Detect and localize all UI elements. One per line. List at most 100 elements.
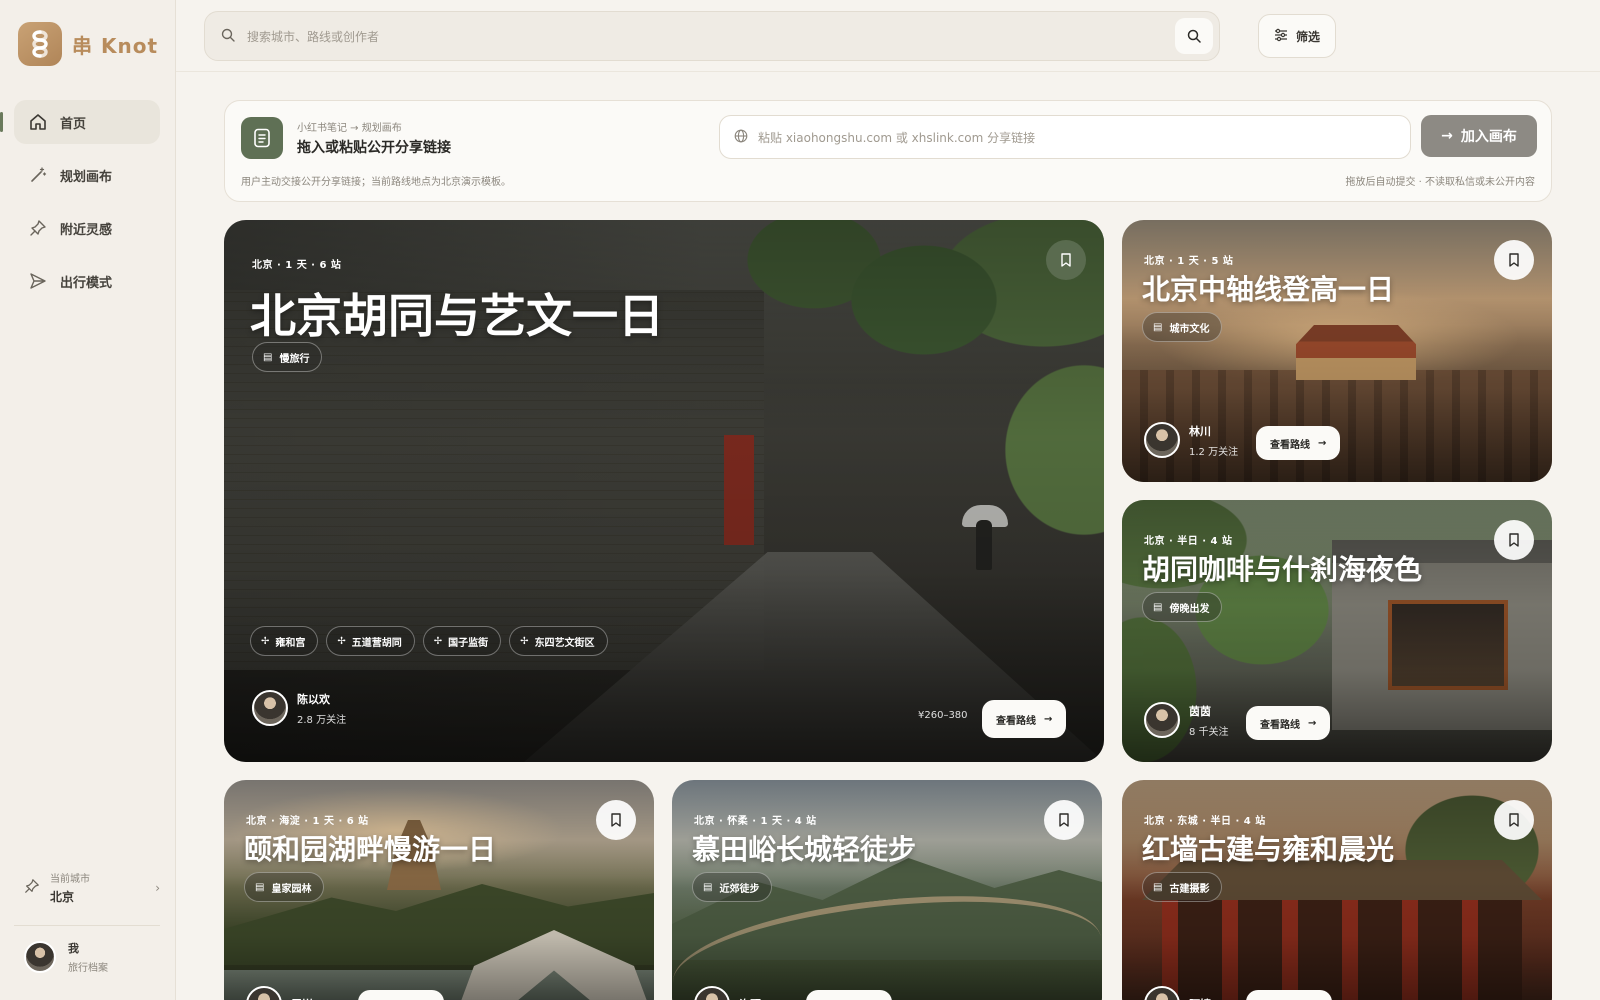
bookmark-button[interactable] — [1046, 240, 1086, 280]
home-icon — [28, 112, 48, 132]
author-followers: 2.8 万关注 — [297, 714, 347, 726]
view-route-button[interactable]: 查看路线 → — [1246, 706, 1331, 740]
stop-tag[interactable]: ✢ 国子监街 — [422, 626, 502, 656]
sidebar-item-label: 规划画布 — [60, 169, 113, 185]
stop-tag[interactable]: ✢ 五道营胡同 — [326, 626, 415, 656]
magic-wand-icon — [28, 165, 48, 185]
author[interactable]: 周岚 — [246, 986, 313, 1000]
bookmark-icon — [1059, 813, 1069, 827]
pin-icon: ✢ — [261, 635, 270, 647]
route-card[interactable]: 北京 · 海淀 · 1 天 · 6 站 颐和园湖畔慢游一日 ▤皇家园林 周岚 — [224, 780, 654, 1000]
share-link-input[interactable]: 粘贴 xiaohongshu.com 或 xhslink.com 分享链接 — [719, 115, 1411, 159]
author[interactable]: 许野 — [694, 986, 761, 1000]
profile[interactable]: 我 旅行档案 — [24, 940, 108, 974]
stop-tag[interactable]: ✢ 东四艺文街区 — [509, 626, 608, 656]
view-route-button[interactable] — [806, 990, 892, 1000]
send-icon — [28, 271, 48, 291]
route-meta: 北京 · 1 天 · 5 站 — [1144, 256, 1234, 267]
arrow-right-icon: → — [1318, 437, 1327, 449]
author-name: 茵茵 — [1189, 704, 1211, 718]
filter-label: 筛选 — [1295, 29, 1320, 44]
filter-button[interactable]: 筛选 — [1258, 14, 1336, 58]
stop-tags: ✢ 雍和宫 ✢ 五道营胡同 ✢ 国子监街 ✢ 东四艺文街区 — [250, 626, 608, 656]
sidebar-item-travel-mode[interactable]: 出行模式 — [14, 259, 160, 303]
sidebar-item-nearby[interactable]: 附近灵感 — [14, 206, 160, 250]
route-card[interactable]: 北京 · 1 天 · 5 站 北京中轴线登高一日 ▤ 城市文化 林川 1.2 万关… — [1122, 220, 1552, 482]
avatar — [1144, 986, 1180, 1000]
author-followers: 1.2 万关注 — [1189, 446, 1239, 458]
avatar — [1144, 422, 1180, 458]
sliders-icon — [1274, 28, 1288, 45]
profile-name: 我 — [68, 942, 79, 955]
sidebar-nav: 首页 规划画布 附近灵感 出行模式 — [0, 100, 160, 312]
city-value: 北京 — [50, 890, 75, 904]
import-breadcrumb: 小红书笔记 → 规划画布 — [297, 123, 402, 134]
route-chip: ▤ 城市文化 — [1142, 312, 1223, 342]
brand-name: 串 Knot — [72, 33, 159, 58]
avatar — [24, 941, 56, 973]
avatar — [252, 690, 288, 726]
route-card[interactable]: 北京 · 东城 · 半日 · 4 站 红墙古建与雍和晨光 ▤古建摄影 阿婧 — [1122, 780, 1552, 1000]
route-card[interactable]: 北京 · 怀柔 · 1 天 · 4 站 慕田峪长城轻徒步 ▤近郊徒步 许野 — [672, 780, 1102, 1000]
sidebar: 串 Knot 首页 规划画布 附近灵感 出行模式 当前城市 北京 › 我 旅行档… — [0, 0, 176, 1000]
view-route-button[interactable]: 查看路线 → — [1256, 426, 1341, 460]
search-placeholder: 搜索城市、路线或创作者 — [247, 29, 380, 44]
author[interactable]: 陈以欢 2.8 万关注 — [252, 690, 346, 726]
route-chip: ▤ 古建摄影 — [1142, 872, 1223, 902]
route-chip: ▤ 近郊徒步 — [692, 872, 773, 902]
bookmark-button[interactable] — [1494, 240, 1534, 280]
add-to-canvas-button[interactable]: → 加入画布 — [1421, 115, 1537, 157]
route-meta: 北京 · 海淀 · 1 天 · 6 站 — [246, 816, 369, 827]
route-card-featured[interactable]: 北京 · 1 天 · 6 站 北京胡同与艺文一日 ▤ 慢旅行 ✢ 雍和宫 ✢ 五道营… — [224, 220, 1104, 762]
document-icon: ▤ — [1153, 321, 1163, 333]
author-name: 阿婧 — [1189, 996, 1211, 1000]
globe-icon — [734, 128, 748, 147]
document-icon — [241, 117, 283, 159]
bookmark-button[interactable] — [596, 800, 636, 840]
route-meta: 北京 · 东城 · 半日 · 4 站 — [1144, 816, 1266, 827]
add-to-canvas-label: 加入画布 — [1460, 129, 1517, 145]
pin-icon: ✢ — [520, 635, 529, 647]
sidebar-item-canvas[interactable]: 规划画布 — [14, 153, 160, 197]
topbar: 搜索城市、路线或创作者 筛选 — [176, 0, 1600, 72]
author[interactable]: 阿婧 — [1144, 986, 1211, 1000]
share-link-placeholder: 粘贴 xiaohongshu.com 或 xhslink.com 分享链接 — [758, 130, 1036, 145]
sidebar-item-label: 首页 — [60, 116, 87, 132]
search-button[interactable] — [1175, 18, 1213, 54]
bookmark-icon — [611, 813, 621, 827]
arrow-right-icon: → — [1308, 717, 1317, 729]
search-input[interactable]: 搜索城市、路线或创作者 — [204, 11, 1220, 61]
divider — [14, 925, 160, 926]
avatar — [246, 986, 282, 1000]
route-title: 慕田峪长城轻徒步 — [692, 833, 917, 866]
view-route-button[interactable] — [1246, 990, 1332, 1000]
author-followers: 8 千关注 — [1189, 726, 1229, 738]
bookmark-button[interactable] — [1044, 800, 1084, 840]
import-panel: 小红书笔记 → 规划画布 拖入或粘贴公开分享链接 粘贴 xiaohongshu.… — [224, 100, 1552, 202]
route-card[interactable]: 北京 · 半日 · 4 站 胡同咖啡与什刹海夜色 ▤ 傍晚出发 茵茵 8 千关注 … — [1122, 500, 1552, 762]
document-icon: ▤ — [1153, 881, 1163, 893]
view-route-button[interactable] — [358, 990, 444, 1000]
search-icon — [221, 27, 235, 46]
price-range: ¥260–380 — [918, 710, 968, 721]
bookmark-button[interactable] — [1494, 520, 1534, 560]
route-title: 红墙古建与雍和晨光 — [1142, 833, 1395, 866]
arrow-right-icon: → — [1441, 128, 1453, 144]
brand[interactable]: 串 Knot — [18, 22, 158, 66]
author-name: 周岚 — [291, 996, 313, 1000]
document-icon: ▤ — [255, 881, 265, 893]
route-chip: ▤ 慢旅行 — [252, 342, 323, 372]
pin-icon — [28, 218, 48, 238]
author[interactable]: 茵茵 8 千关注 — [1144, 702, 1229, 738]
import-note: 用户主动交接公开分享链接；当前路线地点为北京演示模板。 — [241, 177, 511, 188]
view-route-button[interactable]: 查看路线 → — [982, 700, 1067, 738]
current-city[interactable]: 当前城市 北京 › — [24, 870, 160, 905]
route-title: 北京中轴线登高一日 — [1142, 273, 1395, 306]
bookmark-button[interactable] — [1494, 800, 1534, 840]
stop-tag[interactable]: ✢ 雍和宫 — [250, 626, 319, 656]
bookmark-icon — [1509, 533, 1519, 547]
author[interactable]: 林川 1.2 万关注 — [1144, 422, 1238, 458]
bookmark-icon — [1509, 253, 1519, 267]
sidebar-item-home[interactable]: 首页 — [0, 100, 160, 144]
document-icon: ▤ — [703, 881, 713, 893]
